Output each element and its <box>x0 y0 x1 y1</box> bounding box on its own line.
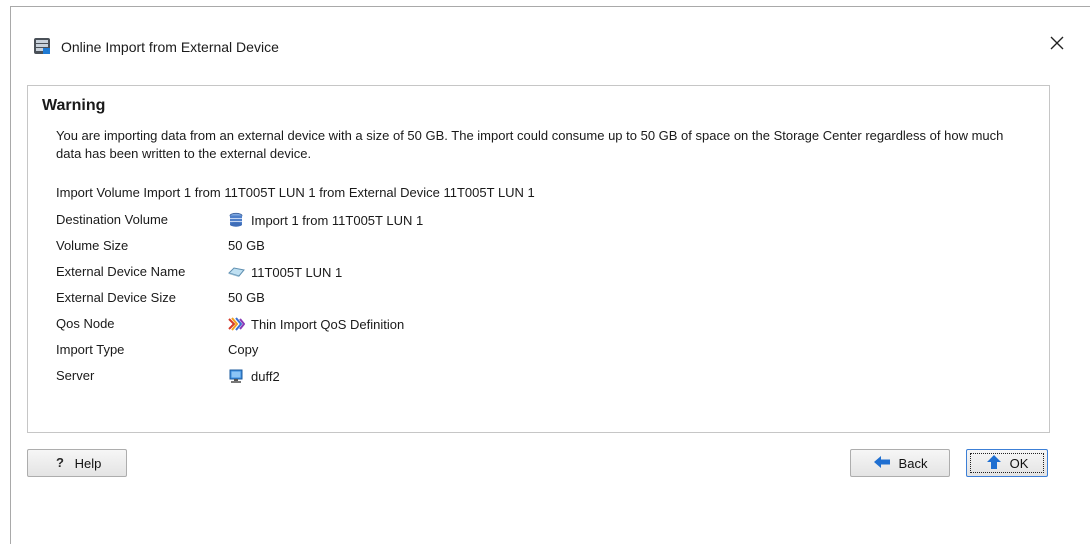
qos-node-label: Qos Node <box>56 316 115 331</box>
storage-manager-app-icon <box>33 37 51 55</box>
back-button-label: Back <box>898 455 928 471</box>
warning-heading: Warning <box>42 97 106 114</box>
window-title: Online Import from External Device <box>61 39 279 55</box>
external-device-name-label: External Device Name <box>56 264 186 279</box>
ok-button-label: OK <box>1009 455 1029 471</box>
import-type-label: Import Type <box>56 342 125 357</box>
up-arrow-icon <box>986 454 1002 473</box>
help-button[interactable]: ? Help <box>27 449 127 477</box>
server-label: Server <box>56 368 95 383</box>
external-device-size-label: External Device Size <box>56 290 176 305</box>
help-icon: ? <box>53 455 67 472</box>
volume-icon <box>228 212 245 228</box>
close-icon <box>1050 36 1064 50</box>
external-disk-icon <box>228 264 245 280</box>
title-bar: Online Import from External Device <box>11 7 1090 85</box>
server-icon <box>228 368 245 384</box>
qos-icon <box>228 316 245 332</box>
warning-message: You are importing data from an external … <box>56 128 1004 161</box>
external-device-name-value: 11T005T LUN 1 <box>251 264 343 280</box>
close-button[interactable] <box>1046 33 1068 55</box>
help-button-label: Help <box>74 455 102 471</box>
volume-size-value: 50 GB <box>228 238 265 253</box>
volume-size-label: Volume Size <box>56 238 129 253</box>
server-value: duff2 <box>251 368 280 384</box>
import-type-value: Copy <box>228 342 259 357</box>
import-volume-line: Import Volume Import 1 from 11T005T LUN … <box>56 185 535 200</box>
destination-volume-label: Destination Volume <box>56 212 169 227</box>
qos-node-value: Thin Import QoS Definition <box>251 316 405 332</box>
back-button[interactable]: Back <box>850 449 950 477</box>
summary-panel: Warning You are importing data from an e… <box>27 85 1050 433</box>
destination-volume-value: Import 1 from 11T005T LUN 1 <box>251 212 424 228</box>
ok-button[interactable]: OK <box>966 449 1048 477</box>
external-device-size-value: 50 GB <box>228 290 265 305</box>
svg-text:?: ? <box>56 455 64 469</box>
back-arrow-icon <box>873 455 891 472</box>
dialog-window: Online Import from External Device Warni… <box>10 6 1090 544</box>
